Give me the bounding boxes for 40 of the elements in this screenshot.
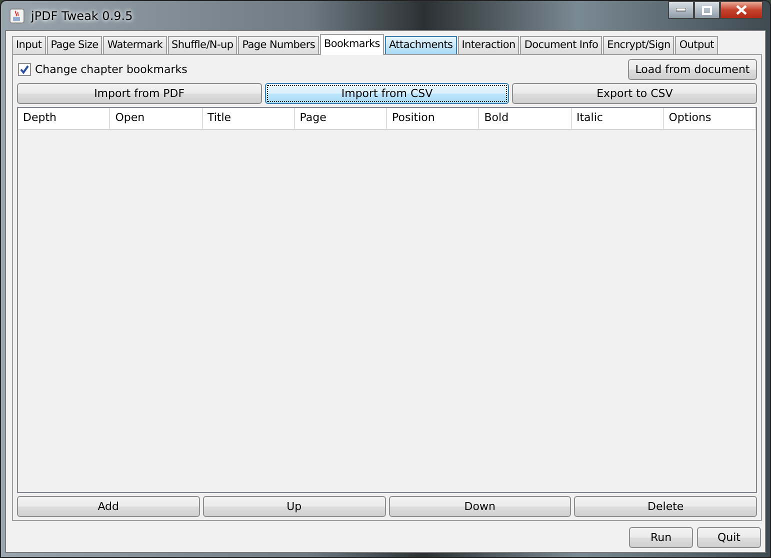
- minimize-icon: [676, 8, 686, 12]
- column-header[interactable]: Options: [664, 108, 756, 129]
- column-header[interactable]: Title: [202, 108, 295, 129]
- checkbox[interactable]: [18, 62, 31, 76]
- column-header[interactable]: Open: [110, 108, 202, 129]
- maximize-icon: [702, 6, 712, 14]
- window-title: jPDF Tweak 0.9.5: [31, 8, 133, 22]
- tab[interactable]: Attachments: [384, 36, 457, 54]
- close-button[interactable]: [720, 1, 763, 19]
- footer-button[interactable]: Run: [629, 527, 693, 548]
- row-action-button[interactable]: Up: [202, 496, 386, 517]
- minimize-button[interactable]: [668, 1, 694, 19]
- checkmark-icon: [20, 64, 29, 74]
- tab[interactable]: Shuffle/N-up: [168, 36, 238, 54]
- column-header[interactable]: Italic: [572, 108, 664, 129]
- import-export-button[interactable]: Import from CSV: [264, 83, 510, 104]
- tab[interactable]: Bookmarks: [320, 34, 384, 55]
- tab[interactable]: Page Size: [46, 36, 102, 54]
- tab[interactable]: Document Info: [520, 36, 602, 54]
- column-header[interactable]: Depth: [18, 108, 110, 129]
- tab[interactable]: Input: [12, 36, 46, 54]
- tab[interactable]: Page Numbers: [238, 36, 320, 54]
- footer-button[interactable]: Quit: [697, 527, 761, 548]
- row-action-button[interactable]: Delete: [574, 496, 757, 517]
- tab[interactable]: Encrypt/Sign: [603, 36, 674, 54]
- import-export-button[interactable]: Export to CSV: [512, 83, 758, 104]
- column-header[interactable]: Page: [294, 108, 387, 129]
- app-icon: [9, 8, 25, 24]
- column-header[interactable]: Bold: [479, 108, 572, 129]
- tab[interactable]: Watermark: [103, 36, 167, 54]
- row-action-button[interactable]: Down: [388, 496, 572, 517]
- load-from-document-button[interactable]: Load from document: [628, 58, 757, 80]
- column-header[interactable]: Position: [387, 108, 480, 129]
- checkbox-label: Change chapter bookmarks: [35, 62, 188, 76]
- tab[interactable]: Interaction: [458, 36, 520, 54]
- close-icon: [736, 5, 747, 15]
- tab[interactable]: Output: [675, 36, 718, 54]
- maximize-button[interactable]: [694, 1, 720, 19]
- import-export-button[interactable]: Import from PDF: [17, 83, 262, 104]
- row-action-button[interactable]: Add: [17, 496, 200, 517]
